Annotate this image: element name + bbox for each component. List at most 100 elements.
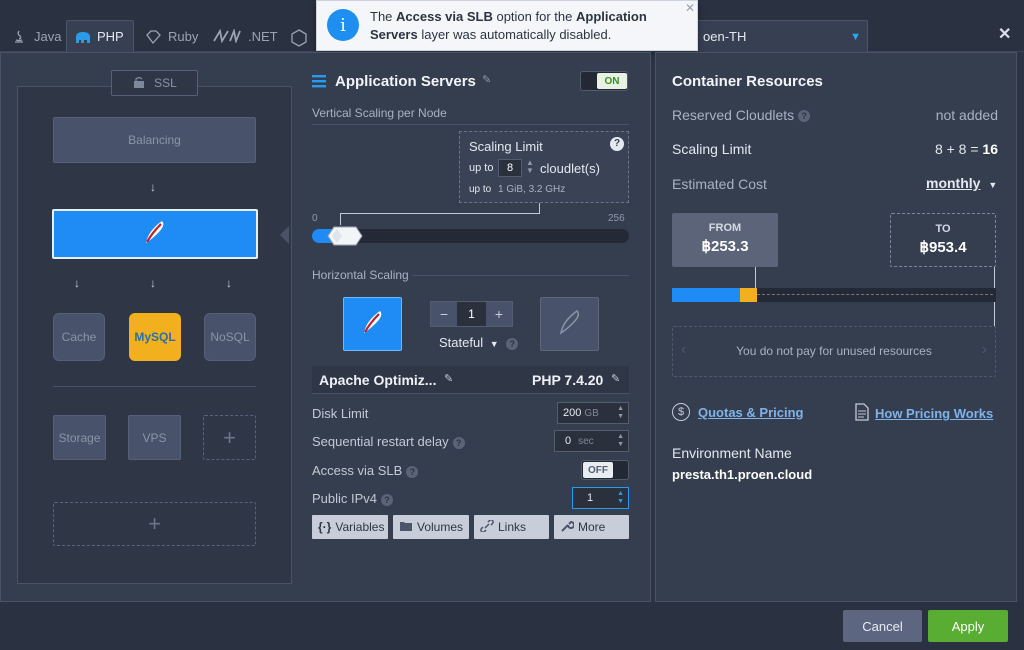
node-name[interactable]: Apache Optimiz...: [319, 372, 436, 388]
horizontal-scaling-label: Horizontal Scaling: [312, 268, 409, 282]
tab-php-label: PHP: [97, 29, 124, 44]
cache-label: Cache: [61, 330, 97, 344]
tab-nodejs[interactable]: [284, 20, 314, 52]
stateful-label: Stateful: [439, 335, 484, 350]
plus-icon: +: [148, 511, 161, 536]
increment-button[interactable]: +: [486, 302, 512, 326]
cost-bar-track: [672, 288, 996, 302]
tab-ruby-label: Ruby: [168, 28, 199, 44]
region-selector[interactable]: oen-TH ▼: [696, 20, 868, 52]
add-layer-button[interactable]: +: [203, 415, 256, 460]
plus-icon: +: [223, 424, 236, 450]
toggle-off-label: OFF: [583, 462, 613, 478]
scaling-limit-title: Scaling Limit: [469, 139, 543, 154]
variables-button[interactable]: {·} Variables: [312, 515, 388, 539]
cloudlet-stepper-icon[interactable]: ▲ ▼: [526, 159, 534, 175]
arrow-down-icon: ↓: [226, 276, 232, 290]
estimated-cost-label: Estimated Cost: [672, 176, 767, 192]
wrench-icon: [560, 520, 575, 535]
notification-close-icon[interactable]: ✕: [685, 1, 695, 15]
storage-layer[interactable]: Storage: [53, 415, 106, 460]
scaling-limit-label: Scaling Limit: [672, 141, 752, 157]
help-icon[interactable]: ?: [798, 110, 811, 123]
slb-label: Access via SLB?: [312, 463, 419, 478]
mysql-layer[interactable]: MySQL: [129, 313, 181, 361]
ssl-toggle[interactable]: SSL: [111, 70, 198, 96]
tab-ruby[interactable]: Ruby: [138, 20, 204, 52]
stepper-icon[interactable]: ▲ ▼: [617, 490, 624, 506]
cost-from-label: FROM: [708, 222, 742, 234]
stepper-icon[interactable]: ▲ ▼: [617, 405, 624, 421]
help-icon[interactable]: ?: [452, 436, 465, 449]
tab-dotnet-label: .NET: [248, 28, 278, 44]
cost-to-box: TO ฿953.4: [890, 213, 996, 267]
quotas-pricing-link[interactable]: $ Quotas & Pricing: [672, 403, 803, 421]
divider: [312, 124, 629, 125]
edit-icon[interactable]: ✎: [482, 73, 491, 86]
app-servers-toggle[interactable]: ON: [580, 71, 628, 91]
vps-layer[interactable]: VPS: [128, 415, 181, 460]
slb-toggle[interactable]: OFF: [581, 460, 629, 480]
node-count-input[interactable]: 1: [457, 302, 486, 326]
node-type-alt[interactable]: [540, 297, 599, 351]
balancing-layer[interactable]: Balancing: [53, 117, 256, 163]
reserved-cloudlets-value: not added: [935, 107, 998, 123]
tab-java[interactable]: Java: [4, 20, 67, 52]
folder-icon: [399, 520, 413, 535]
decrement-button[interactable]: −: [431, 302, 457, 326]
cost-from-box: FROM ฿253.3: [672, 213, 778, 267]
help-icon[interactable]: ?: [381, 493, 394, 506]
node-type-apache[interactable]: [343, 297, 402, 351]
add-extra-layer-button[interactable]: +: [53, 502, 256, 546]
restart-delay-input[interactable]: 0 sec ▲ ▼: [554, 430, 629, 452]
cost-bar-reserved: [672, 288, 740, 302]
how-pricing-label: How Pricing Works: [875, 406, 994, 421]
stateful-dropdown[interactable]: Stateful ▼ ?: [439, 335, 519, 350]
chevron-down-icon: ▼: [489, 339, 499, 349]
help-icon[interactable]: ?: [406, 465, 419, 478]
chevron-right-icon[interactable]: ›: [982, 341, 987, 359]
how-pricing-link[interactable]: How Pricing Works: [855, 403, 993, 424]
cloudlet-slider-handle[interactable]: [322, 224, 368, 248]
apply-button[interactable]: Apply: [928, 610, 1008, 642]
help-icon[interactable]: ?: [610, 137, 624, 151]
storage-label: Storage: [58, 430, 101, 445]
mysql-logo: MySQL: [134, 330, 176, 344]
tab-php[interactable]: PHP: [66, 20, 134, 52]
close-icon[interactable]: ✕: [998, 24, 1011, 44]
divider: [53, 386, 256, 387]
arrow-down-icon: ↓: [150, 276, 156, 290]
ipv4-input[interactable]: 1 ▲ ▼: [572, 487, 629, 509]
feather-icon: [140, 217, 170, 252]
chevron-down-icon: ▼: [850, 30, 861, 43]
connector-line: [755, 267, 756, 289]
edit-name-icon[interactable]: ✎: [444, 372, 453, 385]
notification-toast: i The Access via SLB option for the Appl…: [316, 0, 698, 51]
edit-version-icon[interactable]: ✎: [611, 372, 620, 385]
menu-icon[interactable]: [312, 74, 326, 88]
tab-dotnet[interactable]: .NET: [206, 20, 284, 52]
app-servers-layer[interactable]: [52, 209, 258, 259]
cost-bar-range: [757, 294, 993, 295]
stepper-icon[interactable]: ▲ ▼: [617, 433, 624, 449]
cancel-button[interactable]: Cancel: [843, 610, 922, 642]
braces-icon: {·}: [318, 520, 332, 534]
nosql-layer[interactable]: NoSQL: [204, 313, 256, 361]
restart-delay-text: Sequential restart delay: [312, 434, 449, 449]
feather-icon: [358, 307, 388, 342]
env-name-value[interactable]: presta.th1.proen.cloud: [672, 467, 812, 482]
resources-title: Container Resources: [672, 73, 823, 90]
cloudlet-limit-input[interactable]: 8: [498, 159, 522, 177]
disk-limit-input[interactable]: 200 GB ▲ ▼: [557, 402, 629, 424]
restart-delay-label: Sequential restart delay?: [312, 434, 465, 449]
period-dropdown[interactable]: monthly ▼: [926, 175, 997, 191]
node-version[interactable]: PHP 7.4.20: [532, 372, 603, 388]
more-button[interactable]: More: [554, 515, 629, 539]
volumes-button[interactable]: Volumes: [393, 515, 469, 539]
node-count-stepper: − 1 +: [430, 301, 513, 327]
help-icon[interactable]: ?: [506, 337, 519, 350]
cache-layer[interactable]: Cache: [53, 313, 105, 361]
selection-pointer: [280, 226, 289, 244]
links-button[interactable]: Links: [474, 515, 549, 539]
nodejs-icon: [290, 29, 308, 47]
